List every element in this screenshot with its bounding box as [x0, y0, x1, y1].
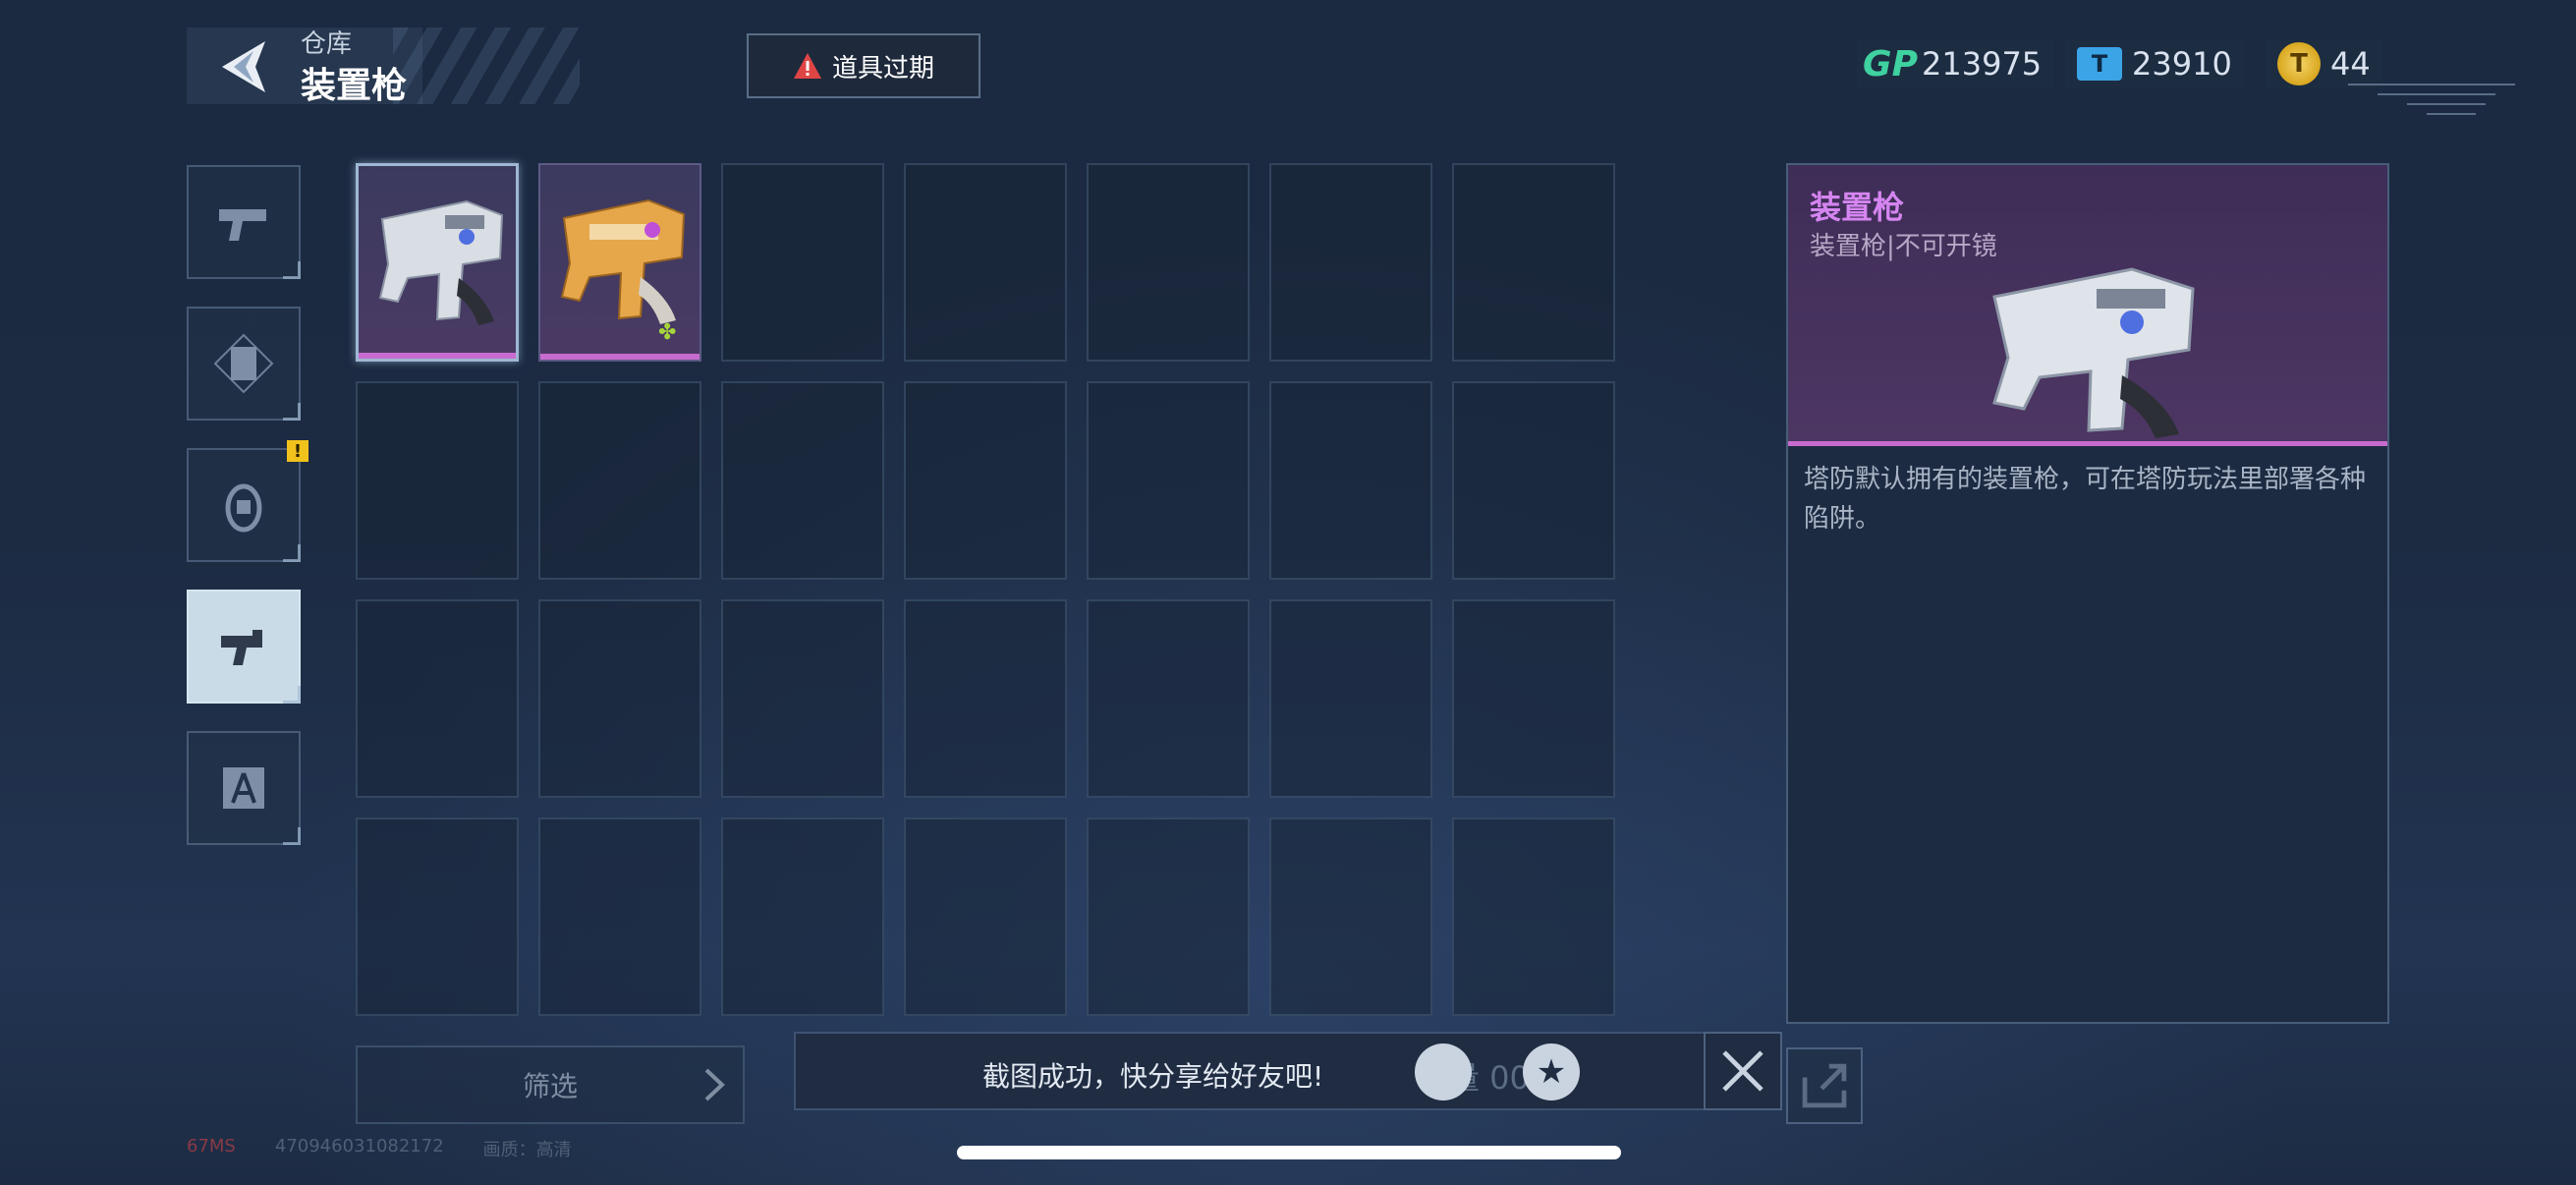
player-id-text: 470946031082172 [274, 1136, 444, 1157]
inventory-slot-empty[interactable] [721, 381, 884, 580]
inventory-slot-empty[interactable] [1087, 381, 1250, 580]
tab-pistol[interactable] [187, 165, 301, 279]
currency-gp-value: 213975 [1922, 45, 2043, 83]
page-title: 装置枪 [301, 66, 408, 106]
item-type: 装置枪|不可开镜 [1810, 232, 1997, 261]
export-icon[interactable] [1786, 1047, 1863, 1124]
tab-grenade[interactable] [187, 448, 301, 562]
inventory-slot-empty[interactable] [1269, 381, 1432, 580]
share-star-icon[interactable]: ★ [1523, 1044, 1580, 1100]
expired-items-button[interactable]: 道具过期 [747, 33, 980, 98]
inventory-slot-empty[interactable] [538, 818, 701, 1016]
currency-gp[interactable]: GP 213975 [1857, 39, 2054, 88]
inventory-slot-item[interactable] [356, 163, 519, 362]
tab-device-gun[interactable] [187, 590, 301, 704]
inventory-slot-empty[interactable] [1087, 818, 1250, 1016]
device-gun-silver-icon [378, 199, 504, 325]
device-gun-icon [221, 630, 262, 665]
inventory-slot-empty[interactable] [538, 599, 701, 798]
currency-ticket-value: 23910 [2132, 45, 2232, 83]
item-detail-panel: 装置枪 装置枪|不可开镜 塔防默认拥有的装置枪，可在塔防玩法里部署各种陷阱。 [1786, 163, 2389, 1024]
item-name: 装置枪 [1810, 189, 1905, 226]
inventory-slot-empty[interactable] [1269, 818, 1432, 1016]
tab-compass[interactable] [187, 731, 301, 845]
inventory-slot-empty[interactable] [1087, 163, 1250, 362]
inventory-grid: ✤ [356, 163, 1615, 1016]
inventory-slot-empty[interactable] [1087, 599, 1250, 798]
coin-icon: T [2277, 42, 2321, 85]
inventory-slot-empty[interactable] [904, 163, 1067, 362]
filter-button[interactable]: 筛选 [356, 1045, 745, 1124]
compass-icon [223, 767, 264, 809]
gp-icon: GP [1863, 43, 1918, 85]
chevron-right-icon [704, 1068, 725, 1101]
inventory-slot-empty[interactable] [721, 818, 884, 1016]
puzzle-icon: ✤ [658, 320, 677, 345]
device-gun-preview-icon [1992, 267, 2195, 438]
item-description: 塔防默认拥有的装置枪，可在塔防玩法里部署各种陷阱。 [1804, 465, 2367, 534]
expired-items-label: 道具过期 [831, 53, 934, 84]
tab-scroll[interactable] [187, 307, 301, 421]
filter-label: 筛选 [522, 1070, 578, 1102]
inventory-slot-empty[interactable] [1269, 163, 1432, 362]
inventory-slot-empty[interactable] [721, 163, 884, 362]
inventory-slot-empty[interactable] [904, 818, 1067, 1016]
latency-text: 67MS [187, 1136, 236, 1157]
hud-decoration [2348, 84, 2515, 115]
quality-text: 画质：高清 [482, 1140, 572, 1160]
currency-ticket[interactable]: T 23910 [2065, 39, 2244, 88]
ticket-icon: T [2077, 47, 2122, 81]
inventory-slot-empty[interactable] [1452, 381, 1615, 580]
pistol-icon [219, 209, 266, 241]
grenade-icon [225, 483, 262, 533]
inventory-slot-empty[interactable] [538, 381, 701, 580]
share-qq-icon[interactable] [1415, 1044, 1472, 1100]
inventory-slot-empty[interactable] [904, 599, 1067, 798]
inventory-slot-empty[interactable] [356, 599, 519, 798]
toast-message: 截图成功，快分享给好友吧! [982, 1060, 1324, 1093]
inventory-slot-empty[interactable] [1452, 818, 1615, 1016]
inventory-slot-empty[interactable] [1452, 163, 1615, 362]
rarity-bar [540, 354, 700, 360]
rarity-bar [359, 353, 516, 359]
header-decoration [393, 28, 580, 104]
inventory-slot-empty[interactable] [1269, 599, 1432, 798]
inventory-slot-empty[interactable] [721, 599, 884, 798]
inventory-slot-empty[interactable] [1452, 599, 1615, 798]
home-indicator[interactable] [957, 1146, 1621, 1159]
header-subtitle: 仓库 [301, 29, 353, 59]
currency-coin-value: 44 [2330, 45, 2371, 83]
notification-badge: ! [287, 440, 308, 462]
inventory-slot-empty[interactable] [904, 381, 1067, 580]
inventory-slot-empty[interactable] [356, 381, 519, 580]
device-gun-gold-icon [560, 198, 686, 324]
inventory-slot-item[interactable]: ✤ [538, 163, 701, 362]
close-icon[interactable] [1704, 1032, 1782, 1110]
warning-icon [793, 53, 821, 79]
debug-info: 67MS 470946031082172 画质：高清 [187, 1136, 572, 1161]
inventory-slot-empty[interactable] [356, 818, 519, 1016]
back-arrow-icon[interactable] [216, 37, 271, 96]
scroll-icon [213, 333, 274, 394]
item-detail-header: 装置枪 装置枪|不可开镜 [1788, 165, 2387, 446]
